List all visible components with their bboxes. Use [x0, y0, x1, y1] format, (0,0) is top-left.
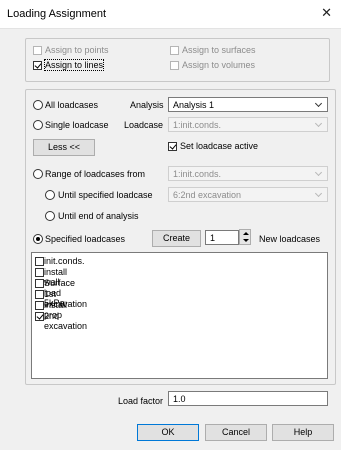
create-count-spinner[interactable]: [239, 229, 251, 245]
loadcase-select-value: 1:init.conds.: [173, 120, 222, 130]
list-item-checkbox[interactable]: [35, 312, 44, 321]
loadcase-label: Loadcase: [124, 120, 164, 130]
specified-loadcases-radio[interactable]: [33, 234, 43, 244]
close-icon[interactable]: ✕: [321, 6, 332, 19]
dialog-title: Loading Assignment: [7, 8, 107, 20]
set-loadcase-active-checkbox[interactable]: [168, 142, 177, 151]
range-loadcases-radio[interactable]: [33, 169, 43, 179]
until-specified-radio[interactable]: [45, 190, 55, 200]
analysis-label: Analysis: [130, 100, 164, 110]
load-factor-label: Load factor: [118, 396, 164, 406]
range-from-select[interactable]: 1:init.conds.: [168, 166, 328, 181]
assign-volumes-checkbox[interactable]: [170, 61, 179, 70]
create-button[interactable]: Create: [152, 230, 201, 247]
loadcases-list[interactable]: init.conds. install wall Surface load 5k…: [31, 252, 328, 379]
assign-points-checkbox[interactable]: [33, 46, 42, 55]
assign-surfaces-checkbox[interactable]: [170, 46, 179, 55]
list-item-checkbox[interactable]: [35, 279, 44, 288]
specified-loadcases-label: Specified loadcases: [45, 234, 126, 244]
analysis-select-value: Analysis 1: [173, 100, 215, 110]
assign-lines-checkbox[interactable]: [33, 61, 42, 70]
chevron-down-icon: [314, 189, 323, 198]
less-button[interactable]: Less <<: [33, 139, 95, 156]
list-item-checkbox[interactable]: [35, 257, 44, 266]
load-factor-input[interactable]: 1.0: [168, 391, 328, 406]
list-item-checkbox[interactable]: [35, 290, 44, 299]
list-item-checkbox[interactable]: [35, 268, 44, 277]
cancel-button[interactable]: Cancel: [205, 424, 267, 441]
all-loadcases-label: All loadcases: [45, 100, 99, 110]
create-count-input[interactable]: 1: [205, 230, 239, 245]
spin-down-icon[interactable]: [243, 239, 249, 242]
list-item-label: init.conds.: [44, 256, 85, 266]
title-bar: Loading Assignment ✕: [0, 0, 341, 29]
load-factor-value: 1.0: [173, 394, 186, 404]
single-loadcase-radio[interactable]: [33, 120, 43, 130]
assign-points-label: Assign to points: [45, 45, 109, 55]
set-loadcase-active-label: Set loadcase active: [180, 141, 259, 151]
all-loadcases-radio[interactable]: [33, 100, 43, 110]
list-item-checkbox[interactable]: [35, 301, 44, 310]
until-specified-select[interactable]: 6:2nd excavation: [168, 187, 328, 202]
until-end-label: Until end of analysis: [58, 211, 139, 221]
new-loadcases-label: New loadcases: [259, 234, 321, 244]
loading-assignment-dialog: Loading Assignment ✕ Assign to points As…: [0, 0, 341, 450]
loadcase-select[interactable]: 1:init.conds.: [168, 117, 328, 132]
assign-surfaces-label: Assign to surfaces: [182, 45, 256, 55]
until-end-radio[interactable]: [45, 211, 55, 221]
range-loadcases-label: Range of loadcases from: [45, 169, 146, 179]
create-count-value: 1: [210, 233, 216, 243]
chevron-down-icon: [314, 119, 323, 128]
assign-volumes-label: Assign to volumes: [182, 60, 256, 70]
assign-lines-label: Assign to lines: [43, 59, 105, 71]
range-from-select-value: 1:init.conds.: [173, 169, 222, 179]
until-specified-select-value: 6:2nd excavation: [173, 190, 242, 200]
spin-up-icon[interactable]: [243, 232, 249, 235]
analysis-select[interactable]: Analysis 1: [168, 97, 328, 112]
list-item-label: 2nd excavation: [44, 311, 88, 331]
single-loadcase-label: Single loadcase: [45, 120, 109, 130]
chevron-down-icon: [314, 168, 323, 177]
help-button[interactable]: Help: [272, 424, 334, 441]
ok-button[interactable]: OK: [137, 424, 199, 441]
until-specified-label: Until specified loadcase: [58, 190, 153, 200]
chevron-down-icon: [314, 99, 323, 108]
